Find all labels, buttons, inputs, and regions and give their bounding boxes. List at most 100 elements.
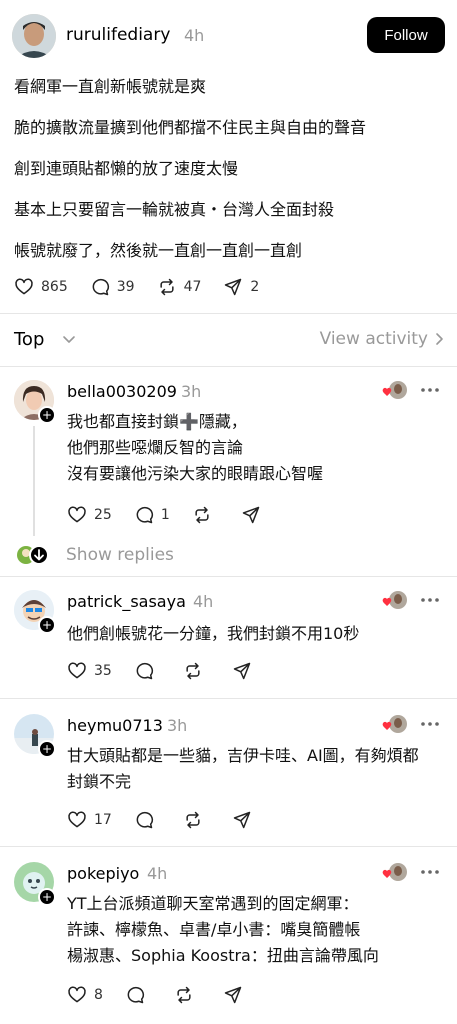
- post-body: 看網軍一直創新帳號就是爽 脆的擴散流量擴到他們都擋不住民主與自由的聲音 創到連頭…: [14, 76, 444, 281]
- like-count: 8: [94, 987, 103, 1003]
- reply-text: 他們創帳號花一分鐘，我們封鎖不用10秒: [67, 622, 359, 648]
- repost-button[interactable]: 47: [157, 277, 202, 297]
- author-liked-icon: [382, 381, 407, 399]
- heart-icon: [68, 662, 86, 679]
- post-actions: 865 39 47 2: [14, 277, 281, 297]
- heart-icon: [68, 986, 86, 1003]
- reply-text-line: 沒有要讓他污染大家的眼睛跟心智喔: [67, 464, 324, 483]
- reply-actions: 8: [67, 985, 272, 1005]
- reply-timestamp: 3h: [181, 382, 202, 401]
- comment-icon: [136, 506, 153, 524]
- like-button[interactable]: 35: [67, 661, 112, 681]
- comment-button[interactable]: [134, 661, 161, 681]
- chevron-right-icon: [436, 333, 443, 345]
- post-header: rurulifediary 4h Follow: [12, 12, 445, 60]
- comment-button[interactable]: [134, 810, 161, 830]
- author-liked-icon: [382, 863, 407, 881]
- chevron-down-icon[interactable]: [62, 332, 76, 346]
- more-icon[interactable]: [420, 386, 440, 394]
- reply-text: YT上台派頻道聊天室常遇到的固定網軍： 許諫、檸檬魚、卓書/卓小書：嘴臭簡體帳 …: [67, 892, 379, 970]
- repost-icon: [195, 506, 209, 524]
- reply-author-username[interactable]: patrick_sasaya: [67, 592, 186, 611]
- reply-actions: 17: [67, 810, 281, 830]
- heart-icon: [68, 811, 86, 828]
- reply-text-line: YT上台派頻道聊天室常遇到的固定網軍：: [67, 894, 359, 913]
- repost-icon: [186, 811, 200, 829]
- repost-button[interactable]: [183, 810, 210, 830]
- post-text-line: 創到連頭貼都懶的放了速度太慢: [14, 159, 239, 178]
- divider: [0, 366, 457, 367]
- more-icon[interactable]: [420, 868, 440, 876]
- comment-button[interactable]: [125, 985, 152, 1005]
- follow-plus-icon[interactable]: +: [38, 740, 56, 758]
- replier-avatars: [16, 544, 50, 566]
- show-replies-link[interactable]: Show replies: [66, 545, 174, 565]
- repost-button[interactable]: [192, 505, 219, 525]
- share-icon: [233, 662, 251, 680]
- author-liked-icon: [382, 591, 407, 609]
- post-text-line: 基本上只要留言一輪就被真・台灣人全面封殺: [14, 200, 335, 219]
- divider: [0, 576, 457, 577]
- heart-icon: [68, 506, 86, 523]
- follow-plus-icon[interactable]: +: [38, 888, 56, 906]
- repost-icon: [177, 986, 191, 1004]
- view-activity-link[interactable]: View activity: [320, 329, 444, 349]
- reply-author-username[interactable]: heymu0713: [67, 716, 163, 735]
- like-button[interactable]: 25: [67, 505, 112, 525]
- reply-text-line: 甘大頭貼都是一些貓，吉伊卡哇、AI圖，有夠煩都: [67, 746, 419, 765]
- repost-icon: [186, 662, 200, 680]
- share-button[interactable]: 2: [223, 277, 259, 297]
- share-count: 2: [250, 279, 260, 295]
- reply-timestamp: 4h: [147, 864, 168, 883]
- repost-button[interactable]: [183, 661, 210, 681]
- share-icon: [233, 811, 251, 829]
- like-count: 865: [41, 279, 68, 295]
- reply-text-line: 許諫、檸檬魚、卓書/卓小書：嘴臭簡體帳: [67, 920, 361, 939]
- follow-button[interactable]: Follow: [367, 17, 445, 53]
- reply-text: 甘大頭貼都是一些貓，吉伊卡哇、AI圖，有夠煩都 封鎖不完: [67, 744, 419, 796]
- comment-button[interactable]: 1: [134, 505, 170, 525]
- share-button[interactable]: [223, 985, 250, 1005]
- comment-icon: [136, 662, 153, 680]
- follow-plus-icon[interactable]: +: [38, 406, 56, 424]
- divider: [0, 698, 457, 699]
- more-icon[interactable]: [420, 720, 440, 728]
- thread-line: [33, 426, 35, 536]
- reply-timestamp: 3h: [167, 716, 188, 735]
- reply-author-username[interactable]: pokepiyo: [67, 864, 139, 883]
- comment-icon: [127, 986, 144, 1004]
- comment-count: 39: [116, 279, 135, 295]
- repost-count: 47: [183, 279, 202, 295]
- view-activity-label: View activity: [319, 329, 428, 349]
- reply-actions: 25 1: [67, 505, 290, 525]
- divider: [0, 846, 457, 847]
- share-icon: [242, 506, 259, 524]
- comment-button[interactable]: 39: [90, 277, 135, 297]
- more-icon[interactable]: [420, 596, 440, 604]
- reply-item: + pokepiyo 4h YT上台派頻道聊天室常遇到的固定網軍： 許諫、檸檬魚…: [0, 862, 457, 1022]
- like-button[interactable]: 865: [14, 277, 68, 297]
- share-icon: [224, 986, 242, 1004]
- like-count: 35: [94, 663, 112, 679]
- post-author-username[interactable]: rurulifediary: [66, 25, 170, 45]
- comment-icon: [92, 278, 109, 296]
- reply-text-line: 他們那些噁爛反智的言論: [67, 438, 244, 457]
- heart-icon: [15, 278, 33, 295]
- repost-button[interactable]: [174, 985, 201, 1005]
- share-button[interactable]: [232, 661, 259, 681]
- reply-text-line: 他們創帳號花一分鐘，我們封鎖不用10秒: [67, 624, 360, 643]
- post-author-avatar[interactable]: [12, 14, 56, 58]
- follow-plus-icon[interactable]: +: [38, 616, 56, 634]
- share-button[interactable]: [232, 810, 259, 830]
- reply-text-line: 我也都直接封鎖➕隱藏，: [67, 412, 247, 431]
- reply-timestamp: 4h: [193, 592, 214, 611]
- share-button[interactable]: [241, 505, 268, 525]
- comment-count: 1: [160, 507, 170, 523]
- post-text-line: 看網軍一直創新帳號就是爽: [14, 77, 207, 96]
- repost-icon: [159, 278, 174, 296]
- like-button[interactable]: 17: [67, 810, 112, 830]
- like-button[interactable]: 8: [67, 985, 103, 1005]
- sort-dropdown[interactable]: Top: [14, 329, 44, 350]
- reply-text-line: 封鎖不完: [67, 772, 132, 791]
- reply-author-username[interactable]: bella0030209: [67, 382, 177, 401]
